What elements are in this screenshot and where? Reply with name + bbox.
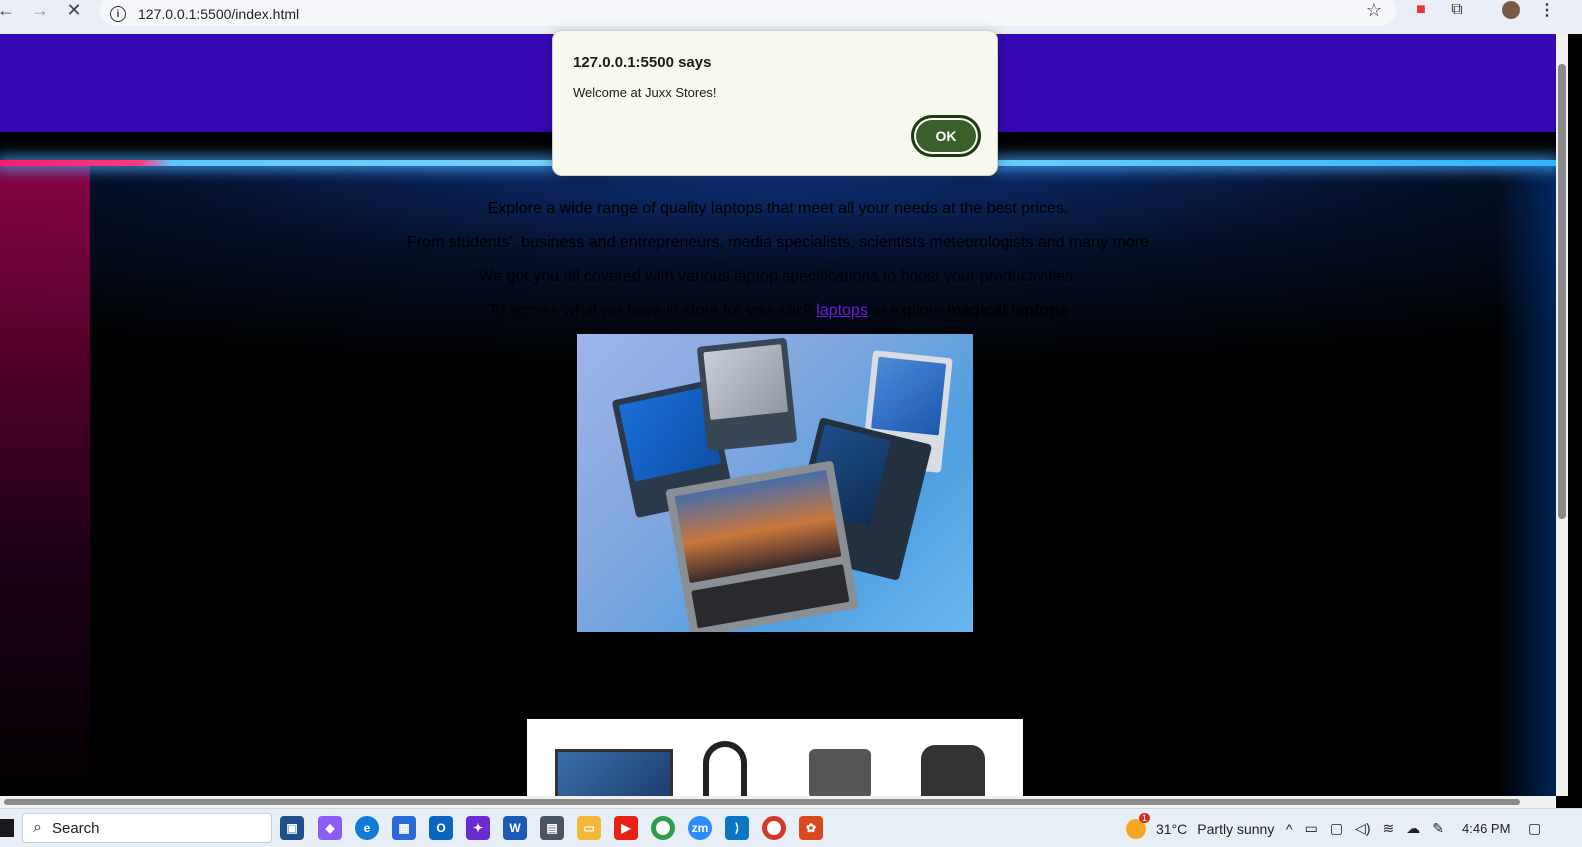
chevron-up-icon[interactable]: ^ [1286, 821, 1293, 837]
chrome-icon[interactable] [651, 816, 675, 840]
profile-avatar[interactable] [1500, 0, 1522, 20]
screen: ← → ✕ i 127.0.0.1:5500/index.html ☆ ■ ⧉ … [0, 0, 1582, 847]
laptops-link[interactable]: laptops [816, 302, 868, 319]
accessories-image [527, 719, 1023, 796]
weather-desc: Partly sunny [1197, 820, 1275, 837]
store-icon[interactable]: ▦ [392, 816, 416, 840]
vscode-icon[interactable]: ⟩ [725, 816, 749, 840]
youtube-icon[interactable]: ▶ [614, 816, 638, 840]
dialog-message: Welcome at Juxx Stores! [573, 85, 717, 100]
intro-line-2: From students', business and entrepreneu… [406, 234, 1150, 251]
calculator-icon[interactable]: ▤ [540, 816, 564, 840]
bookmark-star-icon[interactable]: ☆ [1366, 0, 1382, 21]
weather-badge: 1 [1138, 812, 1150, 823]
cloud-icon[interactable]: ☁ [1406, 820, 1420, 837]
address-bar[interactable]: i 127.0.0.1:5500/index.html ☆ [100, 0, 1396, 26]
browser-toolbar: ← → ✕ i 127.0.0.1:5500/index.html ☆ ■ ⧉ … [0, 0, 1582, 34]
taskbar-search[interactable]: ⌕ Search [22, 813, 272, 843]
laptop-graphic [665, 460, 859, 632]
vertical-scrollbar[interactable] [1556, 34, 1568, 796]
vertical-scroll-thumb[interactable] [1558, 64, 1566, 519]
taskbar-search-label: Search [51, 819, 100, 837]
intro-line-4-prefix: To access what we have in store for you,… [488, 302, 817, 319]
usb-hub-graphic [809, 749, 871, 796]
dialog-title: 127.0.0.1:5500 says [573, 54, 712, 71]
stop-loading-icon[interactable]: ✕ [62, 0, 86, 20]
clock[interactable]: 4:46 PM [1462, 809, 1510, 847]
forward-icon[interactable]: → [28, 0, 52, 20]
magical-laptops-text: magical laptops [946, 302, 1068, 319]
app-icon-2[interactable]: ✿ [799, 816, 823, 840]
site-info-icon[interactable]: i [110, 6, 126, 22]
monitor-graphic [555, 749, 673, 796]
weather-temp: 31°C [1156, 820, 1188, 837]
copilot-icon[interactable]: ◆ [318, 816, 342, 840]
app-icon[interactable]: ✦ [466, 816, 490, 840]
notifications-icon[interactable]: ▢ [1528, 809, 1541, 847]
ok-button[interactable]: OK [911, 115, 981, 157]
extension-icon[interactable]: ■ [1410, 0, 1432, 20]
outlook-icon[interactable]: O [429, 816, 453, 840]
intro-line-4: To access what we have in store for you,… [0, 294, 1556, 328]
intro-line-1: Explore a wide range of quality laptops … [487, 200, 1069, 217]
headphones-graphic [703, 741, 747, 796]
back-icon[interactable]: ← [0, 0, 18, 20]
alert-dialog: 127.0.0.1:5500 says Welcome at Juxx Stor… [552, 30, 998, 176]
pen-icon[interactable]: ✎ [1432, 820, 1444, 837]
zoom-icon[interactable]: zm [688, 816, 712, 840]
word-icon[interactable]: W [503, 816, 527, 840]
laptops-hero-image [577, 334, 973, 632]
clock-time: 4:46 PM [1462, 821, 1511, 836]
edge-icon[interactable]: e [355, 816, 379, 840]
chrome-active-icon[interactable] [762, 816, 786, 840]
weather-icon: 1 [1126, 812, 1150, 839]
intro-line-3: We got you all covered with various lapt… [478, 268, 1078, 285]
address-url: 127.0.0.1:5500/index.html [138, 6, 300, 22]
intro-line-4-middle: to explore [867, 302, 947, 319]
horizontal-scroll-thumb[interactable] [4, 799, 1520, 805]
search-icon: ⌕ [33, 819, 42, 836]
file-explorer-icon[interactable]: ▭ [577, 816, 601, 840]
system-tray: ^ ▭ ▢ ◁) ≋ ☁ ✎ [1286, 809, 1444, 847]
browser-menu-icon[interactable]: ⋮ [1536, 0, 1558, 20]
start-icon[interactable] [0, 819, 14, 837]
windows-taskbar: ⌕ Search ▣ ◆ e ▦ O ✦ W ▤ ▭ ▶ zm ⟩ ✿ 1 31… [0, 808, 1582, 847]
horizontal-scrollbar[interactable] [0, 796, 1556, 808]
volume-icon[interactable]: ◁) [1355, 820, 1370, 837]
meet-icon[interactable]: ▢ [1330, 820, 1343, 837]
task-view-icon[interactable]: ▣ [280, 816, 304, 840]
laptop-graphic [696, 337, 798, 452]
intro-text: Explore a wide range of quality laptops … [0, 192, 1556, 328]
wifi-icon[interactable]: ≋ [1382, 820, 1394, 837]
extensions-puzzle-icon[interactable]: ⧉ [1446, 0, 1468, 20]
backpack-graphic [921, 745, 985, 796]
battery-icon[interactable]: ▭ [1305, 820, 1318, 837]
weather-widget[interactable]: 1 31°C Partly sunny [1126, 809, 1274, 847]
